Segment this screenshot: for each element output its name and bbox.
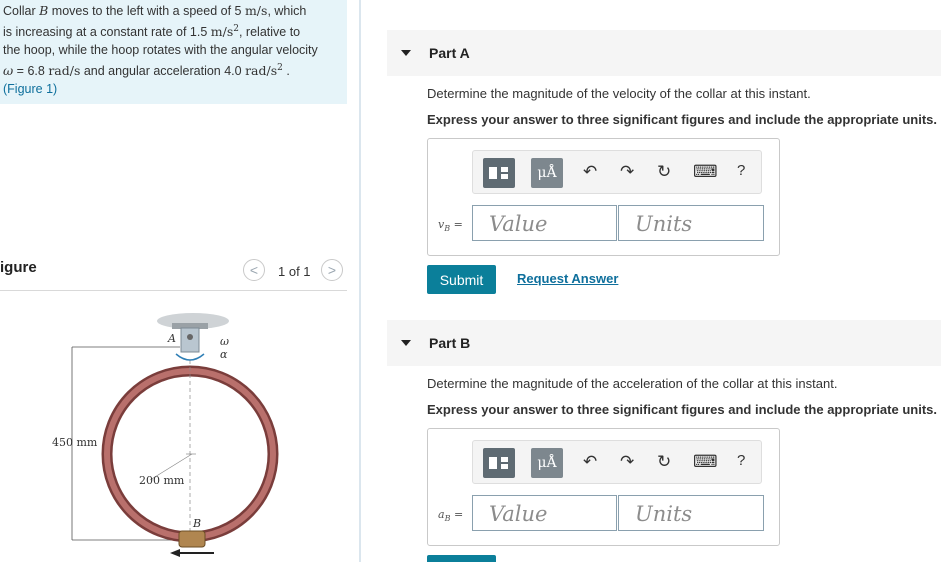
part-a-title: Part A [429,45,470,61]
part-a-question: Determine the magnitude of the velocity … [427,86,811,101]
problem-var-b: B [39,3,49,18]
part-a-header[interactable] [387,30,941,76]
problem-text: . [282,64,290,79]
label-b: B [192,517,201,530]
problem-line-4: ω = 6.8 rad/s and angular acceleration 4… [3,59,347,80]
request-answer-link[interactable]: Request Answer [517,271,618,286]
prev-figure-button[interactable]: < [243,259,265,281]
label-height: 450 mm [52,436,98,449]
problem-line-1: Collar B moves to the left with a speed … [3,2,347,20]
chevron-right-icon: > [327,262,337,278]
keyboard-icon[interactable]: ⌨ [693,452,718,472]
problem-var-omega: ω [3,63,14,79]
reset-icon[interactable]: ↻ [657,452,671,472]
figure-title: igure [0,259,37,276]
rotation-arrow [175,353,205,361]
problem-statement: Collar B moves to the left with a speed … [0,0,347,104]
panel-divider [359,0,361,562]
help-icon[interactable]: ? [737,162,745,179]
part-a-units-input[interactable]: Units [618,205,764,241]
part-b-variable-label: aB = [438,508,463,523]
template-icon [489,167,497,179]
reset-icon[interactable]: ↻ [657,162,671,182]
part-b-units-input[interactable]: Units [618,495,764,531]
problem-text: , relative to [238,25,301,40]
problem-text: and angular acceleration 4.0 [80,64,246,79]
label-a: A [167,332,176,345]
submit-button[interactable]: Submit [427,265,496,294]
next-figure-button[interactable]: > [321,259,343,281]
part-a-value-input[interactable]: Value [472,205,617,241]
collapse-triangle-icon[interactable] [401,340,411,346]
part-b-instruction: Express your answer to three significant… [427,402,937,417]
part-a-instruction: Express your answer to three significant… [427,112,937,127]
part-b-value-input[interactable]: Value [472,495,617,531]
mu-angstrom-icon: μÅ [537,165,557,181]
part-b-submit-button[interactable] [427,555,496,562]
part-a-variable-label: vB = [438,218,463,233]
problem-line-2: is increasing at a constant rate of 1.5 … [3,20,347,41]
label-omega: ω [220,335,229,348]
undo-icon[interactable]: ↶ [583,452,597,472]
figure-link[interactable]: (Figure 1) [3,80,347,98]
equals-sign: = [450,218,463,231]
redo-icon[interactable]: ↷ [620,162,634,182]
pin [187,334,193,340]
equals-sign: = [450,508,464,521]
part-b-title: Part B [429,335,471,351]
problem-text: , which [267,4,307,18]
problem-text: moves to the left with a speed of 5 [48,4,245,18]
help-icon[interactable]: ? [737,452,745,469]
problem-unit: rad/s [48,63,81,79]
problem-line-3: the hoop, while the hoop rotates with th… [3,43,318,58]
problem-text: Collar [3,4,40,18]
keyboard-icon[interactable]: ⌨ [693,162,718,182]
template-button[interactable] [483,448,515,478]
problem-unit: m/s [244,3,268,18]
label-radius: 200 mm [139,474,185,487]
hoop-figure: A ω α 450 mm 200 mm B [52,313,279,557]
problem-unit: m/s [210,24,234,40]
template-icon [489,457,497,469]
part-a-toolbar: μÅ ↶ ↷ ↻ ⌨ ? [472,150,762,194]
collapse-triangle-icon[interactable] [401,50,411,56]
problem-unit: rad/s [245,63,278,79]
arrowhead [170,549,180,557]
mu-angstrom-icon: μÅ [537,455,557,471]
units-button[interactable]: μÅ [531,448,563,478]
part-b-toolbar: μÅ ↶ ↷ ↻ ⌨ ? [472,440,762,484]
chevron-left-icon: < [249,262,259,278]
undo-icon[interactable]: ↶ [583,162,597,182]
template-button[interactable] [483,158,515,188]
problem-text: = 6.8 [13,64,49,79]
redo-icon[interactable]: ↷ [620,452,634,472]
figure-pager: 1 of 1 [278,264,311,279]
label-alpha: α [220,348,228,361]
collar-b [178,530,206,548]
part-b-question: Determine the magnitude of the accelerat… [427,376,838,391]
units-button[interactable]: μÅ [531,158,563,188]
problem-text: is increasing at a constant rate of 1.5 [3,25,211,40]
